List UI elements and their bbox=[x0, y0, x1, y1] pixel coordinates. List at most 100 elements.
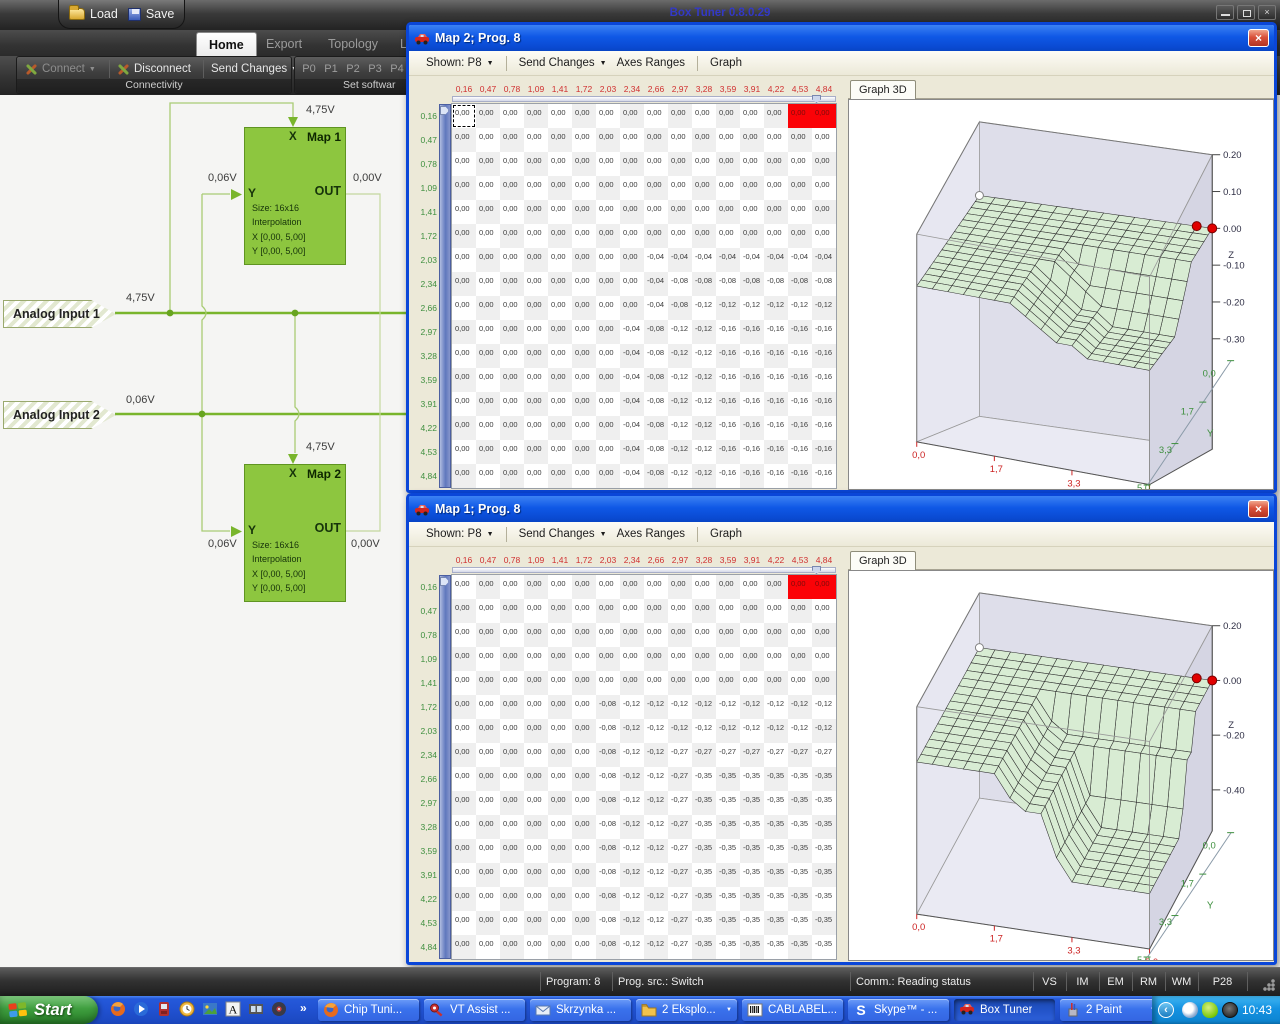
table-cell[interactable]: 0,00 bbox=[764, 200, 788, 224]
table-cell[interactable]: -0,16 bbox=[740, 392, 764, 416]
task-2-eksplo[interactable]: 2 Eksplo...▼ bbox=[636, 999, 737, 1021]
window-titlebar[interactable]: Map 1; Prog. 8 × bbox=[409, 496, 1274, 522]
table-cell[interactable]: 0,00 bbox=[524, 887, 548, 911]
table-cell[interactable]: -0,04 bbox=[740, 248, 764, 272]
table-cell[interactable]: -0,12 bbox=[668, 416, 692, 440]
table-cell[interactable]: -0,35 bbox=[764, 815, 788, 839]
table-cell[interactable]: -0,35 bbox=[812, 815, 836, 839]
start-button[interactable]: Start bbox=[0, 996, 98, 1024]
table-cell[interactable]: 0,00 bbox=[572, 815, 596, 839]
table-cell[interactable]: 0,00 bbox=[500, 599, 524, 623]
table-cell[interactable]: 0,00 bbox=[740, 152, 764, 176]
table-cell[interactable]: -0,12 bbox=[620, 767, 644, 791]
table-cell[interactable]: 0,00 bbox=[572, 416, 596, 440]
table-cell[interactable]: 0,00 bbox=[596, 623, 620, 647]
table-cell[interactable]: -0,12 bbox=[692, 368, 716, 392]
table-cell[interactable]: 0,00 bbox=[476, 464, 500, 488]
table-cell[interactable]: 0,00 bbox=[500, 344, 524, 368]
table-cell[interactable]: 0,00 bbox=[596, 200, 620, 224]
table-cell[interactable]: 0,00 bbox=[740, 671, 764, 695]
table-cell[interactable]: -0,04 bbox=[764, 248, 788, 272]
table-cell[interactable]: -0,35 bbox=[716, 791, 740, 815]
table-cell[interactable]: 0,00 bbox=[620, 200, 644, 224]
table-cell[interactable]: -0,35 bbox=[692, 935, 716, 959]
table-cell[interactable]: 0,00 bbox=[452, 104, 476, 128]
table-cell[interactable]: -0,27 bbox=[668, 887, 692, 911]
table-cell[interactable]: -0,35 bbox=[716, 839, 740, 863]
table-cell[interactable]: -0,35 bbox=[740, 863, 764, 887]
task-box-tuner[interactable]: Box Tuner bbox=[954, 999, 1055, 1021]
table-cell[interactable]: 0,00 bbox=[572, 863, 596, 887]
table-cell[interactable]: 0,00 bbox=[572, 695, 596, 719]
table-cell[interactable]: -0,12 bbox=[668, 320, 692, 344]
media-player-icon[interactable] bbox=[133, 1001, 151, 1019]
table-cell[interactable]: 0,00 bbox=[572, 575, 596, 599]
table-cell[interactable]: 0,00 bbox=[812, 200, 836, 224]
table-cell[interactable]: -0,16 bbox=[788, 368, 812, 392]
table-cell[interactable]: -0,35 bbox=[740, 815, 764, 839]
table-cell[interactable]: 0,00 bbox=[500, 416, 524, 440]
table-cell[interactable]: -0,35 bbox=[716, 767, 740, 791]
table-cell[interactable]: -0,35 bbox=[692, 767, 716, 791]
table-cell[interactable]: 0,00 bbox=[812, 104, 836, 128]
table-cell[interactable]: 0,00 bbox=[548, 887, 572, 911]
table-cell[interactable]: 0,00 bbox=[548, 623, 572, 647]
table-cell[interactable]: 0,00 bbox=[524, 368, 548, 392]
table-cell[interactable]: 0,00 bbox=[572, 887, 596, 911]
table-cell[interactable]: 0,00 bbox=[812, 647, 836, 671]
table-cell[interactable]: 0,00 bbox=[548, 575, 572, 599]
table-cell[interactable]: -0,16 bbox=[788, 320, 812, 344]
table-cell[interactable]: -0,12 bbox=[644, 791, 668, 815]
table-cell[interactable]: 0,00 bbox=[788, 104, 812, 128]
table-cell[interactable]: 0,00 bbox=[524, 248, 548, 272]
table-cell[interactable]: 0,00 bbox=[500, 296, 524, 320]
table-cell[interactable]: -0,35 bbox=[764, 935, 788, 959]
table-cell[interactable]: 0,00 bbox=[788, 671, 812, 695]
table-cell[interactable]: -0,35 bbox=[788, 767, 812, 791]
table-cell[interactable]: 0,00 bbox=[524, 671, 548, 695]
table-cell[interactable]: -0,12 bbox=[644, 839, 668, 863]
table-cell[interactable]: -0,12 bbox=[668, 392, 692, 416]
table-cell[interactable]: 0,00 bbox=[452, 224, 476, 248]
phone-icon[interactable] bbox=[156, 1001, 174, 1019]
table-cell[interactable]: -0,08 bbox=[788, 272, 812, 296]
table-cell[interactable]: 0,00 bbox=[620, 671, 644, 695]
shown-dropdown[interactable]: Shown: P8▼ bbox=[421, 57, 499, 69]
table-cell[interactable]: -0,35 bbox=[692, 839, 716, 863]
table-cell[interactable]: 0,00 bbox=[476, 416, 500, 440]
p1-button[interactable]: P1 bbox=[321, 61, 341, 77]
table-cell[interactable]: 0,00 bbox=[620, 152, 644, 176]
table-cell[interactable]: 0,00 bbox=[476, 104, 500, 128]
table-cell[interactable]: 0,00 bbox=[788, 575, 812, 599]
table-cell[interactable]: 0,00 bbox=[452, 392, 476, 416]
table-cell[interactable]: 0,00 bbox=[740, 200, 764, 224]
table-cell[interactable]: 0,00 bbox=[452, 176, 476, 200]
table-cell[interactable]: 0,00 bbox=[668, 623, 692, 647]
table-cell[interactable]: 0,00 bbox=[668, 671, 692, 695]
table-cell[interactable]: -0,35 bbox=[740, 767, 764, 791]
table-cell[interactable]: -0,08 bbox=[644, 392, 668, 416]
firefox-icon[interactable] bbox=[110, 1001, 128, 1019]
load-button[interactable]: Load bbox=[69, 7, 118, 21]
table-cell[interactable]: -0,16 bbox=[788, 392, 812, 416]
table-cell[interactable]: -0,12 bbox=[812, 695, 836, 719]
table-cell[interactable]: -0,16 bbox=[812, 416, 836, 440]
table-cell[interactable]: 0,00 bbox=[668, 224, 692, 248]
table-cell[interactable]: 0,00 bbox=[668, 152, 692, 176]
table-cell[interactable]: 0,00 bbox=[620, 224, 644, 248]
table-cell[interactable]: 0,00 bbox=[524, 320, 548, 344]
table-cell[interactable]: 0,00 bbox=[500, 128, 524, 152]
table-cell[interactable]: 0,00 bbox=[740, 128, 764, 152]
table-cell[interactable]: -0,08 bbox=[596, 887, 620, 911]
table-cell[interactable]: -0,12 bbox=[692, 440, 716, 464]
table-cell[interactable]: 0,00 bbox=[500, 623, 524, 647]
table-cell[interactable]: 0,00 bbox=[716, 224, 740, 248]
table-cell[interactable]: 0,00 bbox=[524, 839, 548, 863]
table-cell[interactable]: 0,00 bbox=[596, 416, 620, 440]
disc-icon[interactable] bbox=[271, 1001, 289, 1019]
table-cell[interactable]: 0,00 bbox=[476, 911, 500, 935]
table-cell[interactable]: -0,08 bbox=[644, 416, 668, 440]
table-cell[interactable]: 0,00 bbox=[572, 671, 596, 695]
table-cell[interactable]: 0,00 bbox=[764, 575, 788, 599]
map2-node[interactable]: X Map 2 Y OUT Size: 16x16 Interpolation … bbox=[244, 464, 346, 602]
